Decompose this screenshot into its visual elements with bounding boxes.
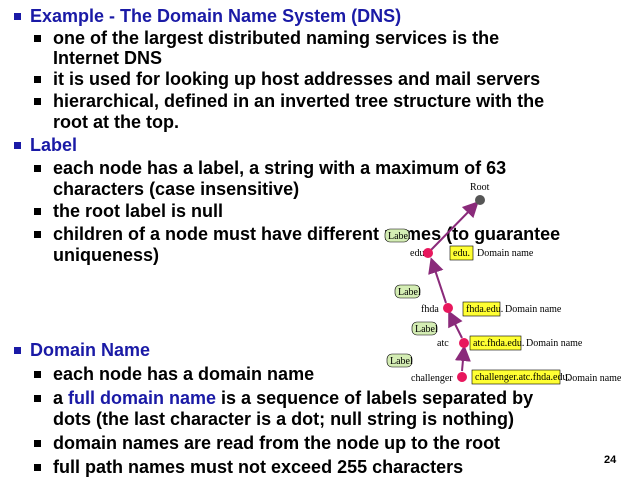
node-name-edu: edu (410, 248, 424, 259)
domain-atc: atc.fhda.edu. (473, 338, 524, 349)
domain-caption-challenger: Domain name (565, 373, 622, 384)
label-tag-atc: Label (415, 324, 438, 335)
node-name-challenger: challenger (411, 373, 453, 384)
node-name-atc: atc (437, 338, 449, 349)
node-fhda (443, 303, 453, 313)
root-node (475, 195, 485, 205)
domain-edu: edu. (453, 248, 470, 259)
domain-caption-atc: Domain name (526, 338, 583, 349)
edge-atc-fhda (448, 310, 463, 339)
domain-caption-fhda: Domain name (505, 304, 562, 315)
domain-fhda: fhda.edu. (466, 304, 503, 315)
label-tag-fhda: Label (398, 287, 421, 298)
domain-challenger: challenger.atc.fhda.edu. (475, 372, 570, 383)
node-edu (423, 248, 433, 258)
node-challenger (457, 372, 467, 382)
domain-caption-edu: Domain name (477, 248, 534, 259)
edge-fhda-edu (428, 257, 447, 304)
dns-tree-diagram: Root Label edu edu. Domain name Label fh… (384, 182, 622, 385)
edge-challenger-atc (454, 345, 471, 372)
edge-edu-root (429, 201, 479, 252)
label-tag-edu: Label (388, 231, 411, 242)
node-name-fhda: fhda (421, 304, 439, 315)
node-atc (459, 338, 469, 348)
root-label: Root (470, 182, 490, 193)
slide: Example - The Domain Name System (DNS) o… (0, 0, 638, 478)
label-tag-challenger: Label (390, 356, 413, 367)
